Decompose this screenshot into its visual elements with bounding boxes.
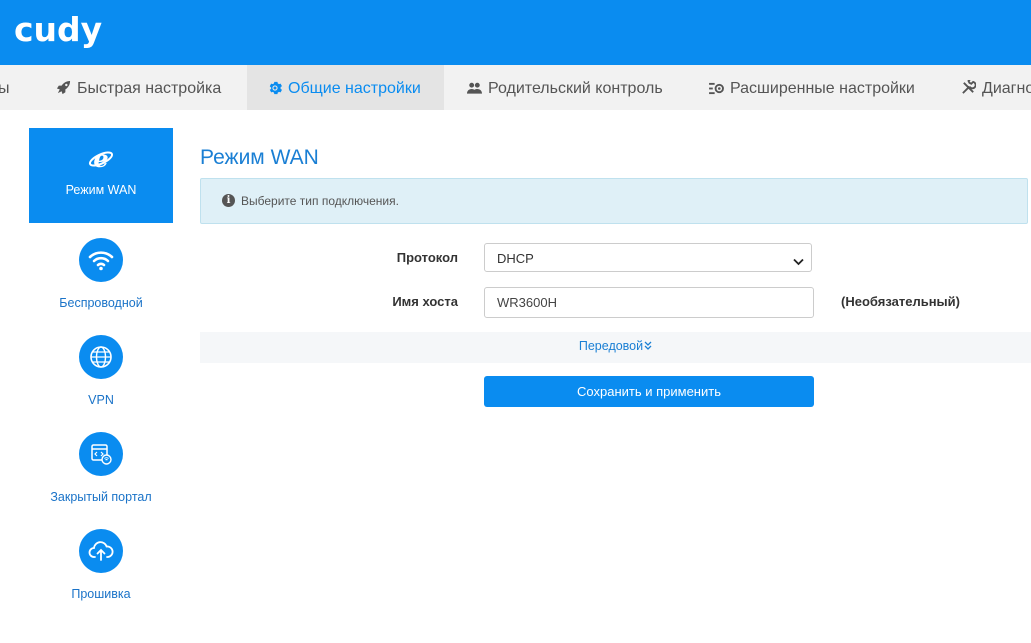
hostname-label: Имя хоста [392, 294, 458, 309]
protocol-label: Протокол [396, 250, 458, 265]
wifi-icon [79, 238, 123, 282]
advanced-toggle[interactable]: Передовой [200, 332, 1031, 363]
nav-item-label: ы [0, 80, 10, 97]
sidebar-item-captive-portal[interactable]: Закрытый портал [29, 432, 173, 504]
rocket-icon [56, 67, 71, 110]
nav-item-label: Расширенные настройки [730, 80, 915, 97]
gear-icon [268, 67, 282, 110]
sidebar-item-wireless[interactable]: Беспроводной [29, 238, 173, 310]
advanced-label: Передовой [578, 339, 644, 353]
save-apply-button[interactable]: Сохранить и применить [484, 376, 814, 407]
hostname-input[interactable] [484, 287, 814, 318]
advanced-settings-icon [709, 67, 724, 110]
info-text: Выберите тип подключения. [241, 194, 399, 208]
nav-item-label: Общие настройки [288, 80, 421, 97]
protocol-select[interactable]: DHCP [484, 243, 812, 272]
nav-item-label: Родительский контроль [488, 80, 663, 97]
nav-item-label: Диагно [982, 80, 1031, 97]
wan-icon: e [29, 128, 173, 177]
sidebar-item-label: VPN [88, 393, 114, 407]
header-bar: cudy [0, 0, 1031, 65]
brand-logo[interactable]: cudy [14, 10, 102, 49]
double-chevron-down-icon [644, 341, 652, 353]
sidebar-item-label: Закрытый портал [50, 490, 152, 504]
users-icon [467, 67, 482, 110]
sidebar-item-firmware[interactable]: Прошивка [29, 529, 173, 601]
globe-icon [79, 335, 123, 379]
nav-item-parental-control[interactable]: Родительский контроль [467, 65, 663, 110]
sidebar-item-vpn[interactable]: VPN [29, 335, 173, 407]
hostname-optional-hint: (Необязательный) [841, 294, 960, 309]
nav-item-quick-setup[interactable]: Быстрая настройка [56, 65, 221, 110]
chevron-down-icon [793, 253, 804, 271]
nav-item-status[interactable]: ы [0, 65, 14, 110]
cloud-upload-icon [79, 529, 123, 573]
nav-item-advanced-settings[interactable]: Расширенные настройки [709, 65, 915, 110]
sidebar-item-label: Прошивка [71, 587, 131, 601]
portal-icon [79, 432, 123, 476]
nav-item-general-settings[interactable]: Общие настройки [247, 65, 444, 110]
main-nav: ы Быстрая настройка Общие настройки Роди… [0, 65, 1031, 110]
tools-icon [961, 67, 977, 110]
info-alert: i Выберите тип подключения. [200, 178, 1028, 224]
sidebar-item-label: Режим WAN [65, 183, 137, 197]
info-icon: i [222, 194, 235, 207]
protocol-select-value: DHCP [497, 251, 534, 266]
sidebar-item-wan-mode[interactable]: e Режим WAN [29, 128, 173, 223]
page-title: Режим WAN [200, 146, 319, 169]
svg-text:e: e [93, 146, 108, 172]
sidebar-item-label: Беспроводной [59, 296, 143, 310]
nav-item-label: Быстрая настройка [77, 80, 222, 97]
nav-item-diagnostics[interactable]: Диагно [961, 65, 1031, 110]
